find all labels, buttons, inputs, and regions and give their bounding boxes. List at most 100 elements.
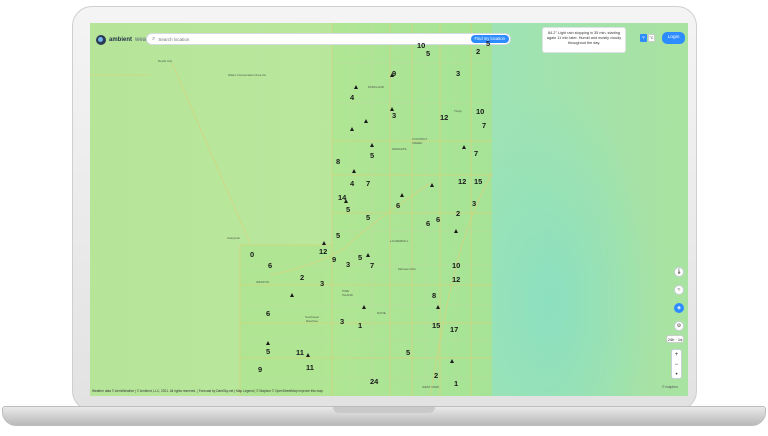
wind-arrow: [354, 85, 358, 89]
station-reading[interactable]: 5: [336, 231, 340, 240]
map-screen[interactable]: ambient weather ⌕ Find my location 84.2°…: [90, 23, 688, 396]
place-label: Devils City: [158, 59, 173, 63]
place-label: COCONUT CREEK: [412, 137, 428, 145]
login-button[interactable]: Login: [662, 32, 685, 44]
laptop-notch: [333, 407, 435, 413]
station-reading[interactable]: 12: [458, 177, 466, 186]
station-reading[interactable]: 10: [476, 107, 484, 116]
station-reading[interactable]: 2: [456, 209, 460, 218]
station-reading[interactable]: 7: [482, 121, 486, 130]
search-icon: ⌕: [152, 36, 156, 42]
station-reading[interactable]: 5: [370, 151, 374, 160]
unit-f-label: °F: [641, 36, 646, 40]
wind-arrow: [364, 119, 368, 123]
place-label: WEST PARK: [422, 385, 440, 389]
station-reading[interactable]: 11: [296, 348, 304, 357]
place-label: LAUDERHILL: [390, 239, 409, 243]
station-reading[interactable]: 7: [366, 179, 370, 188]
station-reading[interactable]: 2: [434, 371, 438, 380]
station-reading[interactable]: 3: [472, 199, 476, 208]
station-reading[interactable]: 5: [426, 49, 430, 58]
mapbox-logo[interactable]: © mapbox: [662, 385, 678, 389]
zoom-reset-button[interactable]: •: [672, 370, 681, 380]
wind-arrow: [290, 293, 294, 297]
station-reading[interactable]: 3: [346, 260, 350, 269]
place-label: MARGATE: [392, 147, 407, 151]
station-reading[interactable]: 15: [474, 177, 482, 186]
station-reading[interactable]: 10: [452, 261, 460, 270]
station-reading[interactable]: 11: [306, 363, 314, 372]
station-reading[interactable]: 1: [358, 321, 362, 330]
station-reading[interactable]: 14: [338, 193, 346, 202]
wind-icon[interactable]: ≈: [674, 285, 684, 295]
station-reading[interactable]: 3: [320, 279, 324, 288]
station-reading[interactable]: 5: [486, 39, 490, 48]
wind-arrow: [362, 305, 366, 309]
station-reading[interactable]: 5: [366, 213, 370, 222]
station-reading[interactable]: 3: [456, 69, 460, 78]
wind-arrow: [350, 127, 354, 131]
wind-arrow: [430, 183, 434, 187]
station-reading[interactable]: 3: [340, 317, 344, 326]
station-reading[interactable]: 7: [474, 149, 478, 158]
station-reading[interactable]: 24: [370, 377, 378, 386]
station-reading[interactable]: 4: [350, 93, 354, 102]
forecast-summary: 84.2° Light rain stopping in 35 min, sta…: [542, 27, 626, 53]
station-reading[interactable]: 9: [332, 255, 336, 264]
wind-arrow: [450, 359, 454, 363]
station-reading[interactable]: 15: [432, 321, 440, 330]
station-reading[interactable]: 4: [350, 179, 354, 188]
station-reading[interactable]: 6: [396, 201, 400, 210]
station-reading[interactable]: 3: [392, 111, 396, 120]
station-reading[interactable]: 12: [452, 275, 460, 284]
place-label: Southwest Ranches: [304, 315, 319, 323]
time-range-toggle[interactable]: 24h · 1d: [666, 335, 684, 343]
station-reading[interactable]: 8: [336, 157, 340, 166]
zoom-in-button[interactable]: +: [672, 350, 681, 360]
wind-arrow: [454, 229, 458, 233]
station-reading[interactable]: 5: [406, 348, 410, 357]
station-reading[interactable]: 5: [266, 347, 270, 356]
station-reading[interactable]: 12: [440, 113, 448, 122]
place-label: Tinley: [454, 109, 462, 113]
wind-arrow: [306, 353, 310, 357]
unit-toggle-f[interactable]: °F: [640, 34, 647, 42]
wind-arrow: [322, 241, 326, 245]
road-network: [90, 23, 493, 396]
wind-arrow: [400, 193, 404, 197]
station-reading[interactable]: 6: [268, 261, 272, 270]
unit-toggle-c[interactable]: °C: [648, 34, 655, 42]
station-reading[interactable]: 5: [358, 253, 362, 262]
zoom-out-button[interactable]: −: [672, 360, 681, 370]
station-reading[interactable]: 6: [436, 215, 440, 224]
station-reading[interactable]: 1: [454, 379, 458, 388]
station-reading[interactable]: 2: [300, 273, 304, 282]
place-label: Water Conservation Area 2A: [228, 73, 266, 77]
station-reading[interactable]: 2: [476, 47, 480, 56]
wind-arrow: [266, 341, 270, 345]
station-reading[interactable]: 10: [417, 41, 425, 50]
thermometer-icon[interactable]: 🌡: [674, 267, 684, 277]
wind-arrow: [436, 305, 440, 309]
station-reading[interactable]: 6: [266, 309, 270, 318]
settings-icon[interactable]: ⚙: [674, 321, 684, 331]
zoom-control: + − •: [671, 349, 682, 379]
top-bar: ambient weather ⌕ Find my location 84.2°…: [90, 23, 688, 57]
station-reading[interactable]: 17: [450, 325, 458, 334]
station-reading[interactable]: 12: [319, 247, 327, 256]
search-input[interactable]: [158, 35, 419, 43]
map-credits[interactable]: Weather data © AerisWeather | © Ambient,…: [92, 389, 323, 393]
logo-name: ambient: [109, 37, 133, 43]
station-reading[interactable]: 8: [432, 291, 436, 300]
station-reading[interactable]: 6: [426, 219, 430, 228]
unit-c-label: °C: [649, 36, 654, 40]
place-label: Melrose Park: [398, 267, 416, 271]
station-reading[interactable]: 9: [258, 365, 262, 374]
layers-icon[interactable]: ◈: [674, 303, 684, 313]
station-reading[interactable]: 0: [250, 250, 254, 259]
station-reading[interactable]: 9: [392, 69, 396, 78]
search-bar: ⌕ Find my location: [146, 33, 511, 45]
station-reading[interactable]: 5: [346, 205, 350, 214]
place-label: Andytown: [227, 236, 241, 240]
station-reading[interactable]: 7: [370, 261, 374, 270]
